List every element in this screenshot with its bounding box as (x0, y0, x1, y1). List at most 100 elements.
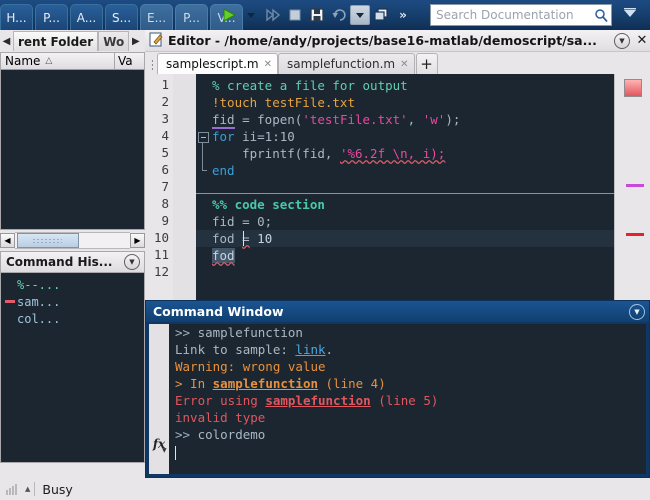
command-history-options-icon[interactable]: ▼ (124, 254, 140, 270)
ribbon-tab-label: E... (146, 10, 167, 25)
step-in-icon[interactable] (262, 3, 284, 27)
line-number: 5 (161, 145, 169, 160)
minimize-ribbon-icon[interactable] (622, 6, 638, 25)
code-token: end (212, 163, 235, 178)
code-analyzer-marker[interactable] (626, 233, 644, 236)
scroll-left-icon[interactable]: ◀ (0, 233, 15, 248)
close-icon[interactable]: ✕ (400, 59, 408, 70)
code-line[interactable]: fod = 10 (196, 230, 615, 247)
code-analyzer-bar[interactable] (614, 74, 650, 300)
code-line[interactable]: end (196, 162, 615, 179)
line-number: 8 (161, 196, 169, 211)
ribbon-tab-5[interactable]: P... (175, 4, 208, 30)
command-history-list[interactable]: %--... sam... col... (0, 273, 145, 463)
ribbon-overflow-button[interactable]: » (392, 3, 414, 27)
output-token: >> (175, 427, 198, 442)
close-icon[interactable]: ✕ (264, 59, 272, 70)
output-link[interactable]: link (295, 342, 325, 357)
run-icon[interactable] (218, 3, 240, 27)
line-number: 9 (161, 213, 169, 228)
editor-tab-samplefunction[interactable]: samplefunction.m ✕ (277, 53, 415, 74)
code-health-indicator[interactable] (624, 79, 642, 97)
breakpoint-gutter[interactable]: ------- (173, 74, 212, 300)
output-token: colordemo (197, 427, 266, 442)
code-text[interactable]: % create a file for output !touch testFil… (196, 74, 615, 300)
sidebar-scroll-right-icon[interactable]: ▶ (129, 31, 142, 51)
code-line[interactable]: fod (196, 247, 615, 264)
code-token: %% code section (212, 197, 325, 212)
file-list-horizontal-scrollbar[interactable]: ◀ ▶ (0, 232, 145, 249)
command-history-item[interactable]: %--... (1, 276, 144, 293)
stop-icon[interactable] (284, 3, 306, 27)
code-fold-toggle-icon[interactable] (198, 132, 209, 143)
file-list-body[interactable] (0, 70, 145, 230)
save-icon[interactable] (306, 3, 328, 27)
text-cursor (243, 231, 244, 246)
scrollbar-track[interactable] (15, 232, 130, 249)
sidebar-scroll-left-icon[interactable]: ◀ (0, 31, 13, 51)
output-token: Link to sample: (175, 342, 296, 357)
line-number: 10 (153, 230, 169, 245)
command-window-gutter: fx ▼ (149, 324, 169, 474)
editor-tab-strip: samplescript.m ✕ samplefunction.m ✕ + (145, 52, 650, 74)
run-dropdown-icon[interactable] (240, 3, 262, 27)
search-icon (591, 8, 611, 22)
line-number: 1 (161, 77, 169, 92)
layout-icon[interactable] (370, 3, 392, 27)
column-header-value[interactable]: Va (115, 54, 144, 68)
code-line[interactable]: %% code section (196, 196, 615, 213)
code-line[interactable]: for ii=1:10 (196, 128, 615, 145)
code-line[interactable]: % create a file for output (196, 77, 615, 94)
editor-close-icon[interactable]: ✕ (634, 33, 650, 48)
sidebar-tab-current-folder[interactable]: rent Folder (13, 31, 99, 51)
code-token: 'w' (422, 112, 446, 127)
command-history-item[interactable]: col... (1, 310, 144, 327)
status-expand-icon[interactable]: ▲ (25, 485, 30, 493)
ribbon-overflow-label: » (399, 8, 407, 22)
ribbon-tab-3[interactable]: S... (105, 4, 138, 30)
ribbon-tab-label: S... (111, 10, 132, 25)
code-line[interactable]: fid = fopen('testFile.txt', 'w'); (196, 111, 615, 129)
ribbon-tab-1[interactable]: P... (35, 4, 68, 30)
sidebar-tab-current-folder-label: rent Folder (18, 34, 94, 49)
ribbon-tab-0[interactable]: H... (0, 4, 33, 30)
ribbon-tab-2[interactable]: A... (70, 4, 103, 30)
command-input-line[interactable] (175, 443, 646, 460)
command-history-item-label: col... (17, 311, 61, 326)
code-token: for (212, 129, 235, 144)
command-window-output[interactable]: >> samplefunction Link to sample: link. Wa… (169, 324, 646, 474)
editor-code-area[interactable]: 123456789101112 ------- % create a file … (145, 74, 650, 300)
command-window-body[interactable]: fx ▼ >> samplefunction Link to sample: li… (149, 324, 646, 474)
code-fold-bracket-foot (202, 170, 207, 171)
line-number-gutter: 1 2 3 4 5 6 7 8 9 10 11 12 (145, 74, 173, 300)
command-window-panel: Command Window ▼ fx ▼ >> samplefunction L… (145, 300, 650, 478)
command-window-options-icon[interactable]: ▼ (629, 303, 645, 320)
editor-options-icon[interactable]: ▼ (614, 32, 630, 49)
code-analyzer-marker[interactable] (626, 184, 644, 187)
command-window-title: Command Window (153, 304, 284, 319)
undo-dropdown-icon[interactable] (350, 5, 370, 25)
command-history-item[interactable]: sam... (1, 293, 144, 310)
editor-tab-samplescript[interactable]: samplescript.m ✕ (157, 53, 278, 74)
ribbon-tab-label: P... (43, 10, 60, 25)
new-tab-button[interactable]: + (415, 53, 438, 74)
ribbon-tab-label: P... (183, 10, 200, 25)
sidebar-tab-workspace[interactable]: Wo (98, 31, 130, 51)
line-number: 7 (161, 179, 169, 194)
fx-dropdown-icon[interactable]: ▼ (162, 447, 167, 454)
scrollbar-thumb[interactable] (17, 233, 79, 248)
editor-tab-grip-handle[interactable] (147, 54, 157, 74)
column-header-name[interactable]: Name △ (1, 53, 115, 69)
scroll-right-icon[interactable]: ▶ (130, 233, 145, 248)
undo-icon[interactable] (328, 3, 350, 27)
command-output-line: Link to sample: link. (175, 341, 646, 358)
status-resize-grip-icon[interactable] (6, 483, 24, 495)
search-documentation-input[interactable]: Search Documentation (430, 4, 612, 26)
command-output-line: > In samplefunction (line 4) (175, 375, 646, 392)
code-line[interactable]: !touch testFile.txt (196, 94, 615, 111)
code-line[interactable] (196, 264, 615, 281)
code-line[interactable]: fprintf(fid, '%6.2f \n, i); (196, 145, 615, 162)
status-text: Busy (42, 481, 73, 497)
ribbon-tab-4[interactable]: E... (140, 4, 173, 30)
code-line[interactable]: fid = 0; (196, 213, 615, 230)
